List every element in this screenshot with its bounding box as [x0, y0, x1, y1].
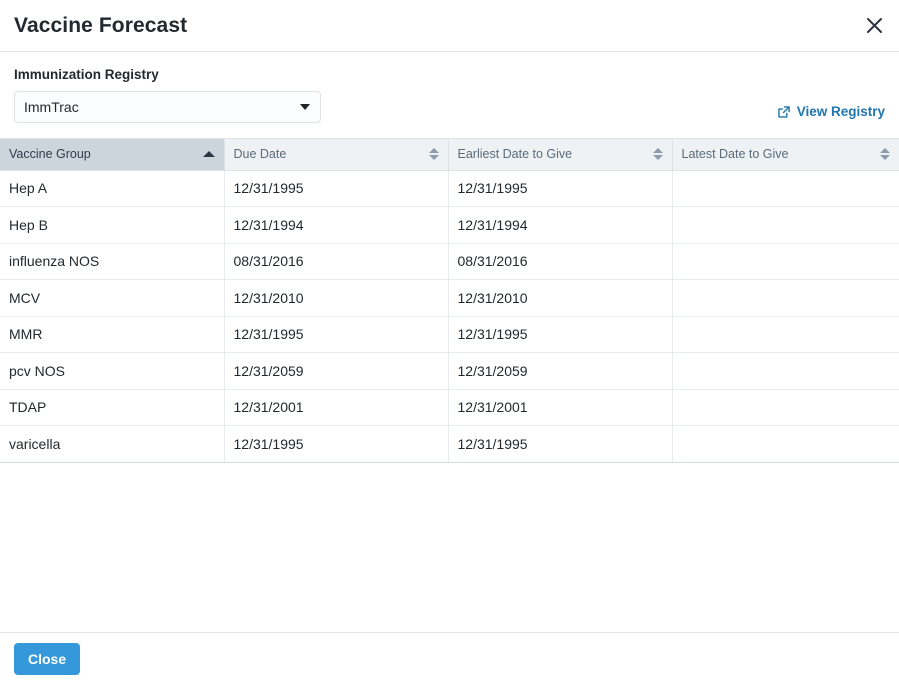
table-row[interactable]: Hep A12/31/199512/31/1995	[0, 170, 899, 207]
cell-due-date: 08/31/2016	[224, 243, 448, 280]
sort-both-icon	[653, 146, 663, 162]
close-x-icon	[866, 17, 883, 34]
sort-both-icon	[880, 146, 890, 162]
column-header-label: Earliest Date to Give	[458, 147, 573, 161]
table-row[interactable]: pcv NOS12/31/205912/31/2059	[0, 353, 899, 390]
cell-vaccine-group: pcv NOS	[0, 353, 224, 390]
cell-due-date: 12/31/1995	[224, 170, 448, 207]
cell-earliest-date: 08/31/2016	[448, 243, 672, 280]
dialog-header: Vaccine Forecast	[0, 0, 899, 52]
cell-latest-date	[672, 316, 899, 353]
sort-ascending-icon	[203, 149, 215, 159]
cell-vaccine-group: influenza NOS	[0, 243, 224, 280]
cell-earliest-date: 12/31/2001	[448, 389, 672, 426]
column-header-due-date[interactable]: Due Date	[224, 139, 448, 170]
table-row[interactable]: MCV12/31/201012/31/2010	[0, 280, 899, 317]
page-title: Vaccine Forecast	[14, 15, 187, 36]
table-row[interactable]: MMR12/31/199512/31/1995	[0, 316, 899, 353]
cell-earliest-date: 12/31/1995	[448, 170, 672, 207]
cell-earliest-date: 12/31/1995	[448, 316, 672, 353]
view-registry-label: View Registry	[797, 104, 885, 119]
cell-due-date: 12/31/2059	[224, 353, 448, 390]
cell-vaccine-group: varicella	[0, 426, 224, 463]
table-head: Vaccine Group Due Date	[0, 139, 899, 170]
dialog-footer: Close	[0, 632, 899, 684]
cell-earliest-date: 12/31/1994	[448, 207, 672, 244]
registry-selector-row: Immunization Registry ImmTrac View Regis…	[0, 52, 899, 138]
cell-vaccine-group: Hep A	[0, 170, 224, 207]
column-header-label: Vaccine Group	[9, 147, 91, 161]
cell-due-date: 12/31/2001	[224, 389, 448, 426]
table-row[interactable]: influenza NOS08/31/201608/31/2016	[0, 243, 899, 280]
cell-due-date: 12/31/1995	[224, 316, 448, 353]
close-icon[interactable]	[859, 11, 889, 41]
registry-select-wrap: ImmTrac	[14, 91, 321, 123]
column-header-earliest-date[interactable]: Earliest Date to Give	[448, 139, 672, 170]
table-body: Hep A12/31/199512/31/1995Hep B12/31/1994…	[0, 170, 899, 462]
column-header-latest-date[interactable]: Latest Date to Give	[672, 139, 899, 170]
cell-earliest-date: 12/31/1995	[448, 426, 672, 463]
view-registry-link[interactable]: View Registry	[777, 104, 885, 119]
table-row[interactable]: Hep B12/31/199412/31/1994	[0, 207, 899, 244]
registry-select[interactable]: ImmTrac	[14, 91, 321, 123]
cell-earliest-date: 12/31/2010	[448, 280, 672, 317]
cell-vaccine-group: Hep B	[0, 207, 224, 244]
cell-latest-date	[672, 426, 899, 463]
cell-due-date: 12/31/1994	[224, 207, 448, 244]
cell-vaccine-group: MCV	[0, 280, 224, 317]
cell-due-date: 12/31/1995	[224, 426, 448, 463]
cell-latest-date	[672, 353, 899, 390]
forecast-table-wrap: Vaccine Group Due Date	[0, 138, 899, 463]
registry-label: Immunization Registry	[14, 68, 885, 82]
column-header-label: Latest Date to Give	[682, 147, 789, 161]
vaccine-forecast-dialog: Vaccine Forecast Immunization Registry I…	[0, 0, 899, 684]
column-header-label: Due Date	[234, 147, 287, 161]
cell-latest-date	[672, 207, 899, 244]
cell-latest-date	[672, 243, 899, 280]
table-header-row: Vaccine Group Due Date	[0, 139, 899, 170]
external-link-icon	[777, 105, 791, 119]
cell-due-date: 12/31/2010	[224, 280, 448, 317]
vaccine-forecast-table: Vaccine Group Due Date	[0, 139, 899, 463]
sort-both-icon	[429, 146, 439, 162]
column-header-vaccine-group[interactable]: Vaccine Group	[0, 139, 224, 170]
cell-vaccine-group: TDAP	[0, 389, 224, 426]
table-row[interactable]: TDAP12/31/200112/31/2001	[0, 389, 899, 426]
cell-latest-date	[672, 389, 899, 426]
close-button[interactable]: Close	[14, 643, 80, 675]
cell-earliest-date: 12/31/2059	[448, 353, 672, 390]
cell-latest-date	[672, 170, 899, 207]
table-row[interactable]: varicella12/31/199512/31/1995	[0, 426, 899, 463]
dialog-body: Immunization Registry ImmTrac View Regis…	[0, 52, 899, 632]
cell-latest-date	[672, 280, 899, 317]
cell-vaccine-group: MMR	[0, 316, 224, 353]
